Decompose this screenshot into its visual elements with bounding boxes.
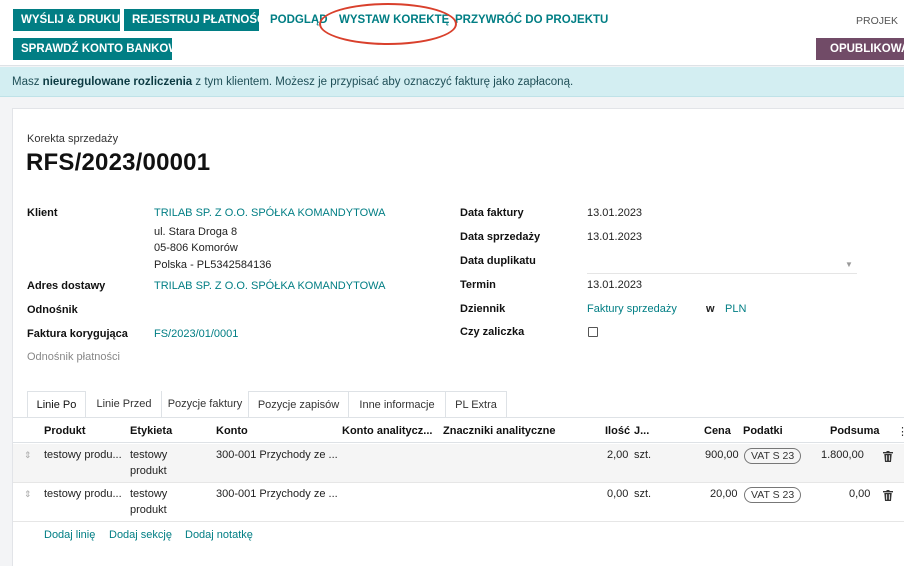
row-price[interactable]: 900,00 [705,449,739,461]
drag-handle-icon[interactable]: ⇕ [24,489,32,500]
row-label-2[interactable]: produkt [130,465,167,477]
currency-link[interactable]: PLN [725,303,746,315]
add-note-link[interactable]: Dodaj notatkę [185,529,253,541]
row-product[interactable]: testowy produ... [44,488,122,500]
check-bank-account-button[interactable]: SPRAWDŹ KONTO BANKOWE [13,38,187,60]
status-posted[interactable]: OPUBLIKOWANO [816,38,904,60]
table-row[interactable]: ⇕ testowy produ... testowy produkt 300-0… [13,444,904,483]
tax-badge[interactable]: VAT S 23 [744,448,802,464]
optional-columns-icon[interactable]: ⋮ [897,425,904,438]
sale-date-value[interactable]: 13.01.2023 [587,231,642,243]
tab-other-info[interactable]: Inne informacje [348,391,446,418]
status-draft[interactable]: PROJEK [856,15,898,27]
row-label-2[interactable]: produkt [130,504,167,516]
outstanding-payments-alert: Masz nieuregulowane rozliczenia z tym kl… [0,67,904,97]
sale-date-label: Data sprzedaży [460,231,541,243]
duplicate-date-label: Data duplikatu [460,255,536,267]
client-link[interactable]: TRILAB SP. Z O.O. SPÓŁKA KOMANDYTOWA [154,207,385,219]
tab-lines-after[interactable]: Linie Po [27,391,86,418]
advance-label: Czy zaliczka [460,326,525,338]
credit-note-button[interactable]: WYSTAW KOREKTĘ [331,9,457,31]
due-date-value[interactable]: 13.01.2023 [587,279,642,291]
client-label: Klient [27,207,58,219]
table-row[interactable]: ⇕ testowy produ... testowy produkt 300-0… [13,483,904,522]
drag-handle-icon[interactable]: ⇕ [24,450,32,461]
duplicate-date-input[interactable] [587,260,857,274]
table-header: Produkt Etykieta Konto Konto analitycz..… [13,419,904,443]
row-label-1[interactable]: testowy [130,488,167,500]
trash-icon[interactable] [883,490,893,501]
journal-label: Dziennik [460,303,506,315]
invoice-date-value[interactable]: 13.01.2023 [587,207,642,219]
row-uom[interactable]: szt. [634,488,651,500]
form-sheet: Korekta sprzedaży RFS/2023/00001 Klient … [12,108,904,566]
alert-bold[interactable]: nieuregulowane rozliczenia [43,76,193,88]
row-subtotal: 1.800,00 [821,449,864,461]
col-product[interactable]: Produkt [44,425,86,437]
due-date-label: Termin [460,279,496,291]
tab-lines-before[interactable]: Linie Przed [87,391,161,418]
row-quantity[interactable]: 0,00 [607,488,628,500]
col-taxes[interactable]: Podatki [743,425,783,437]
tab-invoice-lines[interactable]: Pozycje faktury [161,391,249,418]
document-type: Korekta sprzedaży [27,133,119,145]
reference-label: Odnośnik [27,304,78,316]
chevron-down-icon[interactable]: ▼ [845,260,853,269]
col-price[interactable]: Cena [704,425,731,437]
row-account[interactable]: 300-001 Przychody ze ... [216,488,338,500]
alert-text-2: z tym klientem. Możesz je przypisać aby … [192,76,574,88]
document-number: RFS/2023/00001 [26,149,211,176]
advance-checkbox[interactable] [588,327,598,337]
delivery-address-link[interactable]: TRILAB SP. Z O.O. SPÓŁKA KOMANDYTOWA [154,280,385,292]
add-line-link[interactable]: Dodaj linię [44,529,95,541]
tabs-divider [13,417,904,418]
tab-journal-items[interactable]: Pozycje zapisów [249,391,349,418]
row-label-1[interactable]: testowy [130,449,167,461]
in-word: w [706,303,715,315]
corrected-invoice-link[interactable]: FS/2023/01/0001 [154,328,238,340]
delivery-address-label: Adres dostawy [27,280,106,292]
register-payment-button[interactable]: REJESTRUJ PŁATNOŚĆ [124,9,265,31]
client-address-3: Polska - PL5342584136 [154,259,272,271]
corrected-invoice-label: Faktura korygująca [27,328,128,340]
row-uom[interactable]: szt. [634,449,651,461]
col-label[interactable]: Etykieta [130,425,172,437]
col-uom[interactable]: J... [634,425,649,437]
client-address-1: ul. Stara Droga 8 [154,226,238,238]
payment-reference-label: Odnośnik płatności [27,351,120,363]
col-analytic-tags[interactable]: Znaczniki analityczne [443,425,555,437]
col-quantity[interactable]: Ilość [605,425,630,437]
row-subtotal: 0,00 [849,488,871,500]
journal-link[interactable]: Faktury sprzedaży [587,303,677,315]
client-address-2: 05-806 Komorów [154,242,238,254]
row-account[interactable]: 300-001 Przychody ze ... [216,449,338,461]
add-section-link[interactable]: Dodaj sekcję [109,529,172,541]
preview-button[interactable]: PODGLĄD [262,9,336,31]
row-price[interactable]: 20,00 [710,488,738,500]
control-panel: WYŚLIJ & DRUKUJ REJESTRUJ PŁATNOŚĆ PODGL… [0,0,904,66]
tax-badge[interactable]: VAT S 23 [744,487,802,503]
row-product[interactable]: testowy produ... [44,449,122,461]
invoice-date-label: Data faktury [460,207,524,219]
alert-text-1: Masz [12,76,43,88]
trash-icon[interactable] [883,451,893,462]
col-analytic-account[interactable]: Konto analitycz... [342,425,432,437]
send-print-button[interactable]: WYŚLIJ & DRUKUJ [13,9,126,31]
col-account[interactable]: Konto [216,425,248,437]
reset-to-draft-button[interactable]: PRZYWRÓĆ DO PROJEKTU [447,9,616,31]
tab-pl-extra[interactable]: PL Extra [445,391,507,418]
col-subtotal[interactable]: Podsuma [830,425,880,437]
row-quantity[interactable]: 2,00 [607,449,628,461]
